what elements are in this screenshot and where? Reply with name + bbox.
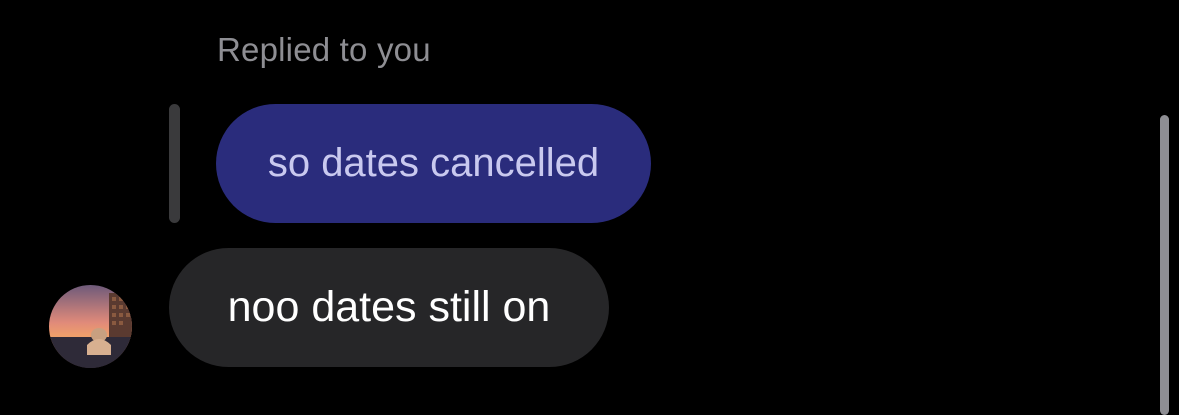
avatar[interactable] bbox=[49, 285, 132, 368]
profile-photo-avatar-icon bbox=[49, 285, 132, 368]
quoted-message-bubble[interactable]: so dates cancelled bbox=[216, 104, 651, 223]
reply-indicator-bar bbox=[169, 104, 180, 223]
reply-context-label: Replied to you bbox=[217, 31, 431, 68]
message-text: noo dates still on bbox=[227, 283, 551, 331]
message-bubble[interactable]: noo dates still on bbox=[169, 248, 609, 367]
quoted-message-text: so dates cancelled bbox=[267, 141, 600, 185]
scrollbar[interactable] bbox=[1160, 115, 1169, 415]
